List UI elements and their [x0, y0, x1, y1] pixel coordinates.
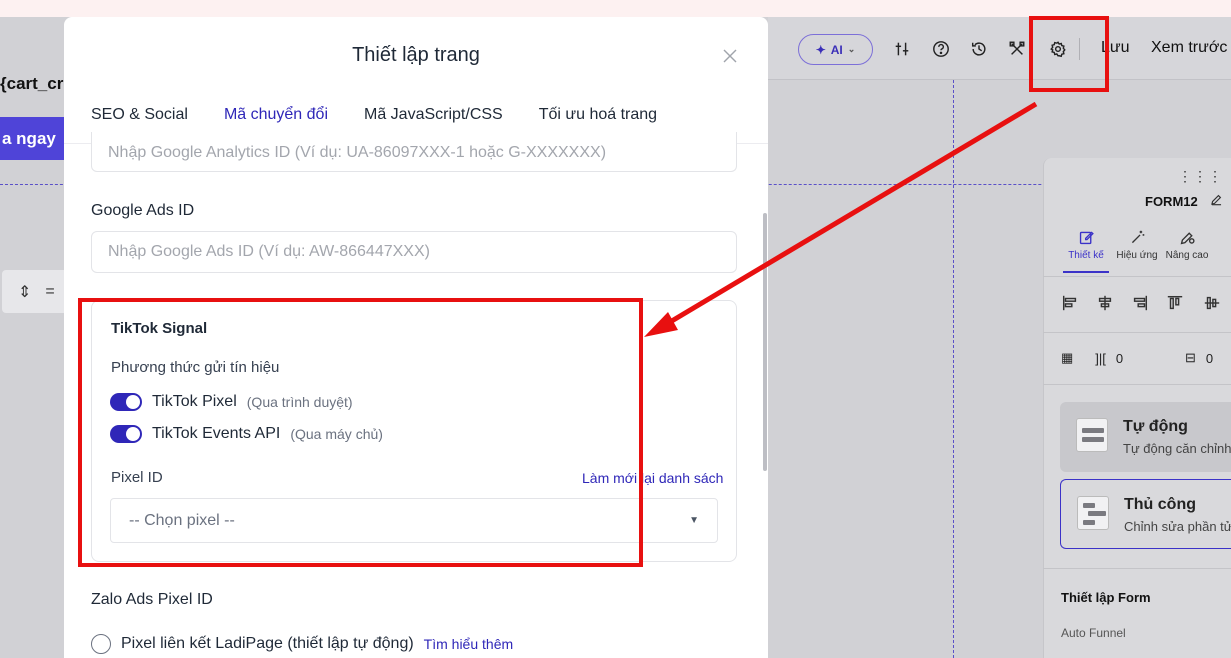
spacing-value[interactable]: 0 [1206, 351, 1213, 366]
modal-title: Thiết lập trang [352, 44, 480, 66]
help-icon[interactable] [930, 38, 952, 60]
tiktok-pixel-row: TikTok Pixel (Qua trình duyệt) [110, 393, 353, 411]
ai-button[interactable]: ✦ AI ⌄ [798, 34, 873, 65]
toolbar-separator [1079, 38, 1080, 60]
settings-tabs: SEO & Social Mã chuyển đổi Mã JavaScript… [91, 106, 693, 124]
align-middle-icon[interactable] [1203, 294, 1221, 312]
tiktok-pixel-hint: (Qua trình duyệt) [246, 394, 353, 410]
canvas-button[interactable]: a ngay [0, 117, 64, 160]
tiktok-events-api-hint: (Qua máy chủ) [290, 426, 383, 442]
tiktok-events-api-row: TikTok Events API (Qua máy chủ) [110, 425, 383, 443]
divider [1043, 332, 1231, 333]
zalo-auto-pixel-option: Pixel liên kết LadiPage (thiết lập tự độ… [91, 634, 513, 654]
tab-page-optimization[interactable]: Tối ưu hoá trang [539, 106, 657, 124]
edit-name-icon[interactable] [1210, 193, 1223, 211]
zalo-ads-label: Zalo Ads Pixel ID [91, 591, 213, 608]
sparkle-icon: ✦ [815, 42, 826, 57]
gap-value[interactable]: 0 [1116, 351, 1123, 366]
canvas-move-toolbar[interactable]: ⇕ = [2, 270, 64, 313]
edit-square-icon [1079, 231, 1094, 245]
form-name: FORM12 [1145, 194, 1198, 209]
tiktok-events-api-label: TikTok Events API [152, 425, 281, 442]
zalo-auto-pixel-radio[interactable] [91, 634, 111, 654]
guide-line-vertical [953, 80, 954, 658]
tab-javascript-css[interactable]: Mã JavaScript/CSS [364, 106, 503, 124]
magic-wand-icon [1131, 230, 1144, 244]
layout-manual-thumbnail [1077, 496, 1109, 530]
spacing-control[interactable]: ⊟ 0 [1185, 350, 1213, 366]
layout-auto-option[interactable]: Tự động Tự động căn chỉnh [1060, 402, 1231, 472]
align-left-icon[interactable] [1061, 294, 1079, 312]
card-desc: Chỉnh sửa phần tử [1124, 519, 1231, 534]
horizontal-gap-icon: ]|[ [1095, 350, 1106, 366]
align-right-icon[interactable] [1131, 294, 1149, 312]
tab-design[interactable]: Thiết kế [1061, 229, 1111, 261]
sliders-icon[interactable] [891, 38, 913, 60]
align-center-icon[interactable] [1096, 294, 1114, 312]
history-icon[interactable] [968, 38, 990, 60]
layout-auto-thumbnail [1076, 418, 1108, 452]
tiktok-signal-title: TikTok Signal [111, 320, 208, 337]
google-ads-label: Google Ads ID [91, 202, 195, 219]
tiktok-events-api-toggle[interactable] [110, 425, 142, 443]
divider [1043, 568, 1231, 569]
vertical-spacing-icon: ⊟ [1185, 350, 1196, 365]
zalo-auto-pixel-label[interactable]: Pixel liên kết LadiPage (thiết lập tự độ… [121, 635, 414, 653]
layout-manual-option[interactable]: Thủ công Chỉnh sửa phần tử [1060, 479, 1231, 549]
align-top-icon[interactable] [1166, 294, 1184, 312]
tab-seo-social[interactable]: SEO & Social [91, 106, 188, 124]
close-icon[interactable] [721, 47, 739, 65]
tools-icon[interactable] [1006, 38, 1028, 60]
refresh-list-link[interactable]: Làm mới lại danh sách [582, 470, 723, 486]
signal-method-label: Phương thức gửi tín hiệu [111, 359, 280, 376]
tiktok-pixel-label: TikTok Pixel [152, 393, 237, 410]
learn-more-link[interactable]: Tìm hiểu thêm [424, 636, 513, 652]
preview-button[interactable]: Xem trước [1151, 39, 1227, 57]
tiktok-pixel-toggle[interactable] [110, 393, 142, 411]
gear-icon[interactable] [1047, 38, 1069, 60]
divider [1043, 384, 1231, 385]
drag-handle-icon[interactable]: ⋮⋮⋮ [1178, 168, 1223, 185]
move-vertical-icon[interactable]: ⇕ [18, 282, 31, 302]
tab-effects[interactable]: Hiệu ứng [1112, 229, 1162, 261]
active-tab-indicator [1063, 271, 1109, 273]
tab-label: Hiệu ứng [1116, 250, 1158, 261]
form-settings-heading: Thiết lập Form [1061, 590, 1151, 605]
more-icon[interactable]: = [45, 283, 54, 301]
card-desc: Tự động căn chỉnh [1123, 441, 1231, 456]
google-analytics-input[interactable]: Nhập Google Analytics ID (Ví dụ: UA-8609… [91, 132, 737, 172]
advanced-icon [1180, 232, 1195, 245]
save-button[interactable]: Lưu [1101, 39, 1130, 57]
chevron-down-icon: ⌄ [847, 44, 856, 54]
pixel-select-value: -- Chọn pixel -- [129, 511, 235, 529]
card-title: Tự động [1123, 418, 1188, 435]
caret-down-icon: ▼ [689, 515, 699, 526]
pixel-id-label: Pixel ID [111, 469, 163, 486]
divider [1043, 276, 1231, 277]
grid-icon: ▦ [1061, 350, 1074, 365]
auto-funnel-label: Auto Funnel [1061, 626, 1126, 640]
tab-label: Thiết kế [1068, 250, 1104, 261]
page-settings-modal: Thiết lập trang SEO & Social Mã chuyển đ… [64, 17, 768, 658]
top-strip [0, 0, 1231, 17]
pixel-select[interactable]: -- Chọn pixel -- ▼ [110, 498, 718, 543]
card-title: Thủ công [1124, 496, 1196, 513]
tab-advanced[interactable]: Nâng cao [1162, 229, 1212, 261]
ai-label: AI [830, 42, 843, 57]
canvas-text-fragment: {cart_cr [0, 74, 64, 93]
tab-label: Nâng cao [1165, 250, 1209, 261]
tab-conversion-code[interactable]: Mã chuyển đổi [224, 106, 328, 124]
modal-scrollbar[interactable] [763, 213, 767, 471]
google-ads-input[interactable]: Nhập Google Ads ID (Ví dụ: AW-866447XXX) [91, 231, 737, 273]
gap-control[interactable]: ▦ ]|[ 0 [1061, 350, 1123, 366]
